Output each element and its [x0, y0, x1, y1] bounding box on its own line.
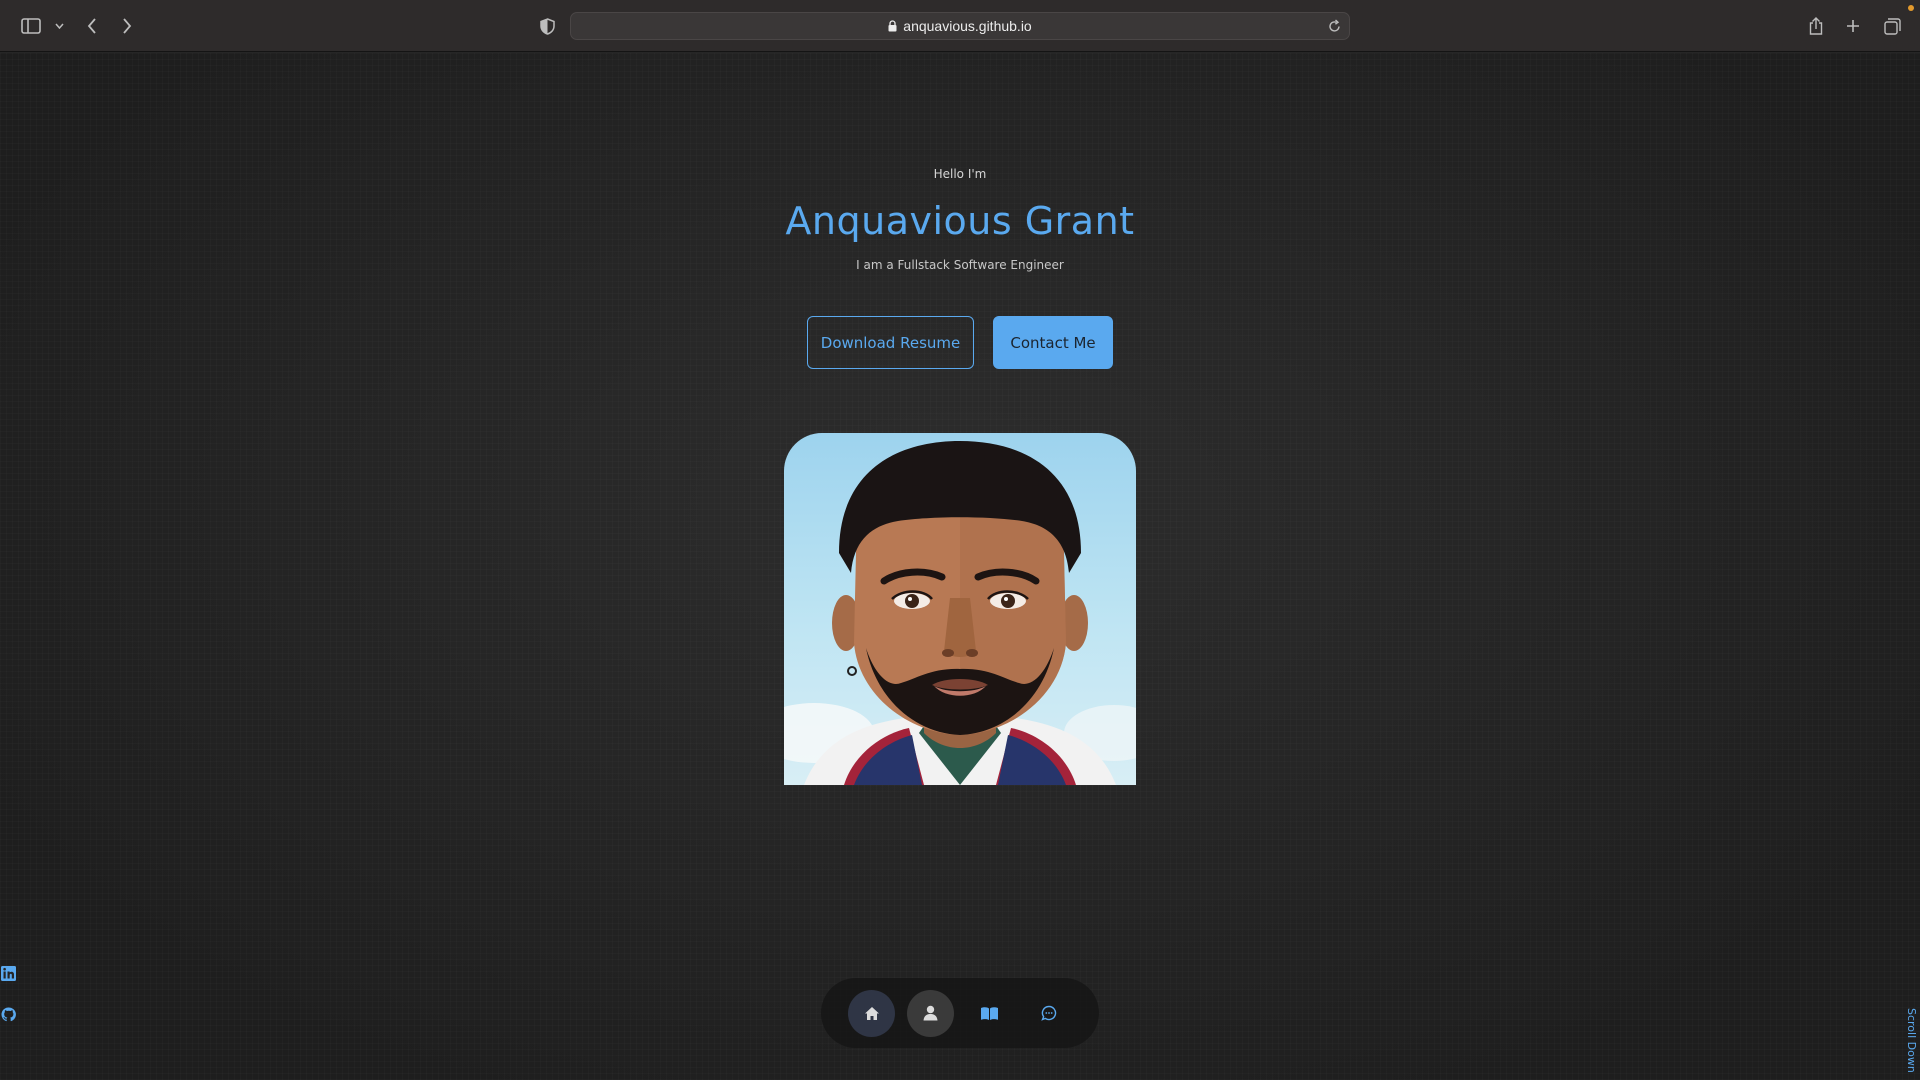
browser-toolbar: anquavious.github.io — [0, 0, 1920, 52]
page-viewport: Hello I'm Anquavious Grant I am a Fullst… — [0, 53, 1920, 1080]
nav-book-icon[interactable] — [966, 990, 1013, 1037]
share-icon[interactable] — [1807, 12, 1825, 40]
shield-icon[interactable] — [537, 12, 557, 40]
sidebar-icon[interactable] — [20, 12, 42, 40]
address-bar[interactable]: anquavious.github.io — [570, 12, 1350, 40]
nav-user-icon[interactable] — [907, 989, 954, 1037]
chevron-right-icon[interactable] — [119, 12, 135, 40]
linkedin-icon[interactable] — [1, 966, 16, 985]
social-links — [1, 966, 16, 1048]
hero-name: Anquavious Grant — [785, 199, 1135, 243]
nav-home-icon[interactable] — [848, 989, 895, 1037]
scroll-down-link[interactable]: Scroll Down — [1905, 1008, 1918, 1073]
tab-overview-icon[interactable] — [1882, 12, 1902, 40]
reload-icon[interactable] — [1328, 19, 1341, 33]
profile-portrait — [784, 433, 1136, 785]
bottom-nav — [821, 978, 1099, 1048]
download-resume-button[interactable]: Download Resume — [807, 316, 974, 369]
chevron-left-icon[interactable] — [84, 12, 100, 40]
lock-icon — [888, 20, 897, 32]
hero-role: I am a Fullstack Software Engineer — [856, 258, 1064, 272]
url-text: anquavious.github.io — [903, 18, 1032, 34]
github-icon[interactable] — [1, 1007, 16, 1026]
plus-icon[interactable] — [1844, 12, 1862, 40]
notification-dot — [1908, 5, 1914, 11]
nav-chat-icon[interactable] — [1025, 990, 1072, 1037]
chevron-down-icon[interactable] — [53, 12, 65, 40]
greeting-text: Hello I'm — [933, 167, 987, 181]
contact-me-button[interactable]: Contact Me — [993, 316, 1113, 369]
